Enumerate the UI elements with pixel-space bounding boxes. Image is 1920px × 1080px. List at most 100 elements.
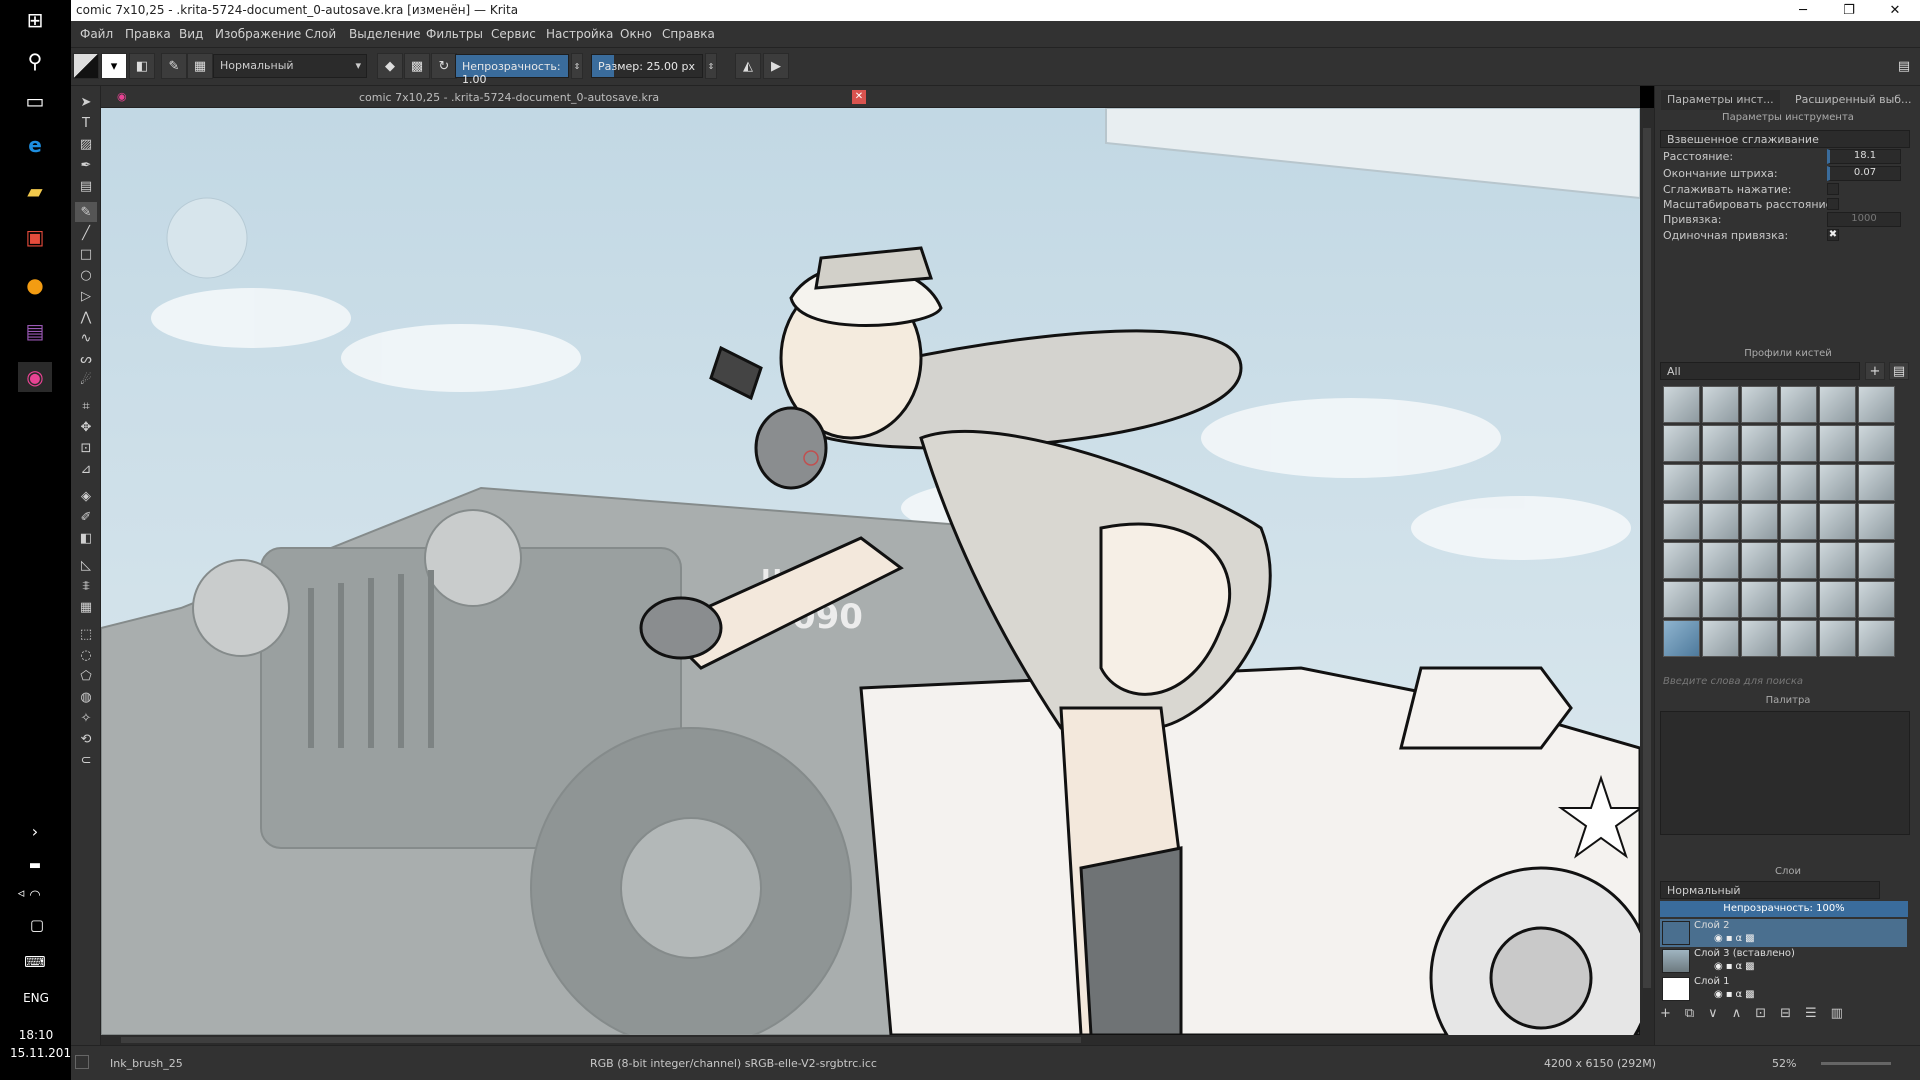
layer-actions-bar[interactable]: +⧉∨∧⊡⊟☰▥ [1660,1006,1910,1026]
brush-preset-thumbnail[interactable] [1663,503,1700,540]
brush-preset-thumbnail[interactable] [1702,464,1739,501]
brush-preset-thumbnail[interactable] [1702,620,1739,657]
smoothing-select[interactable]: Взвешенное сглаживание [1660,130,1910,148]
menu-help[interactable]: Справка [662,27,715,41]
menu-settings[interactable]: Настройка [546,27,613,41]
bezier-tool-icon[interactable]: ∿ [75,328,97,348]
menu-file[interactable]: Файл [80,27,113,41]
brush-preset-thumbnail[interactable] [1780,503,1817,540]
zoom-slider[interactable] [1821,1062,1891,1065]
color-swap-icon[interactable]: ◧ [129,53,155,79]
brush-preset-thumbnail[interactable] [1702,386,1739,423]
video-editor-icon[interactable]: ▤ [18,316,52,346]
brush-preset-thumbnail[interactable] [1780,542,1817,579]
brush-preset-thumbnail[interactable] [1663,620,1700,657]
menu-layer[interactable]: Слой [305,27,336,41]
brush-preset-thumbnail[interactable] [1702,542,1739,579]
gradient-edit-icon[interactable]: ▤ [75,176,97,196]
close-document-icon[interactable]: ✕ [852,90,866,104]
contiguous-select-icon[interactable]: ✧ [75,708,97,728]
clock-date[interactable]: 15.11.2015 [10,1046,79,1060]
brush-preset-thumbnail[interactable] [1858,542,1895,579]
brush-preset-thumbnail[interactable] [1741,425,1778,462]
clock-time[interactable]: 18:10 [10,1028,62,1042]
mirror-horizontal-icon[interactable]: ◭ [735,53,761,79]
layer-visibility-icon[interactable]: ◉▪α▩ [1714,989,1758,1000]
brush-preset-thumbnail[interactable] [1819,542,1856,579]
language-indicator[interactable]: ENG [10,991,62,1005]
windows-start-icon[interactable]: ⊞ [18,5,52,35]
brush-preset-thumbnail[interactable] [1858,620,1895,657]
move-tool-icon[interactable]: ✥ [75,417,97,437]
color-picker-icon[interactable]: ✐ [75,507,97,527]
brush-preset-thumbnail[interactable] [1819,386,1856,423]
brush-preset-thumbnail[interactable] [1741,464,1778,501]
maximize-icon[interactable]: ❐ [1826,0,1872,21]
opacity-spin-icon[interactable]: ⇕ [571,53,583,79]
brush-preset-thumbnail[interactable] [1663,386,1700,423]
menu-filters[interactable]: Фильтры [426,27,483,41]
fill-tool-icon[interactable]: ◈ [75,486,97,506]
brush-presets-icon[interactable]: ▦ [187,53,213,79]
measure-tool-icon[interactable]: ⊿ [75,459,97,479]
layer-row[interactable]: Слой 2 ◉▪α▩ [1660,919,1907,947]
scale-distance-checkbox[interactable] [1827,198,1839,210]
brush-preset-thumbnail[interactable] [1858,425,1895,462]
palette-area[interactable] [1660,711,1910,835]
minimize-icon[interactable]: ─ [1780,0,1826,21]
brush-preset-thumbnail[interactable] [1663,581,1700,618]
brush-view-icon[interactable]: ▤ [1889,362,1909,380]
notifications-icon[interactable]: ▢ [20,910,54,940]
add-tag-icon[interactable]: + [1865,362,1885,380]
polygon-select-icon[interactable]: ⬠ [75,666,97,686]
grid-tool-icon[interactable]: ▦ [75,597,97,617]
calligraphy-icon[interactable]: ✒ [75,155,97,175]
brush-preset-thumbnail[interactable] [1663,542,1700,579]
brush-preset-thumbnail[interactable] [1819,425,1856,462]
mirror-vertical-icon[interactable]: ▶ [763,53,789,79]
brush-preset-thumbnail[interactable] [1858,581,1895,618]
brush-preset-thumbnail[interactable] [1741,620,1778,657]
search-icon[interactable]: ⚲ [18,46,52,76]
brush-preset-thumbnail[interactable] [1663,464,1700,501]
brush-preset-thumbnail[interactable] [1702,581,1739,618]
menu-view[interactable]: Вид [179,27,203,41]
volume-icon[interactable]: ◃ [4,878,38,908]
dynamic-brush-icon[interactable]: ☄ [75,370,97,390]
brush-preset-thumbnail[interactable] [1819,620,1856,657]
ellipse-tool-icon[interactable]: ○ [75,265,97,285]
menu-window[interactable]: Окно [620,27,652,41]
tab-tool-options[interactable]: Параметры инст... [1661,90,1780,110]
brush-preset-thumbnail[interactable] [1780,620,1817,657]
layer-row[interactable]: Слой 1 ◉▪α▩ [1660,975,1907,1003]
brush-preset-thumbnail[interactable] [1741,503,1778,540]
rect-select-icon[interactable]: ⬚ [75,624,97,644]
freehand-path-icon[interactable]: ᔕ [75,349,97,369]
battery-icon[interactable]: ▬ [18,850,52,880]
menu-tools[interactable]: Сервис [491,27,536,41]
brush-preset-thumbnail[interactable] [1741,542,1778,579]
snap-input[interactable]: 1000 [1827,212,1901,227]
freehand-select-icon[interactable]: ◍ [75,687,97,707]
freehand-brush-icon[interactable]: ✎ [75,202,97,222]
pattern-edit-icon[interactable]: ▨ [75,134,97,154]
brush-preset-thumbnail[interactable] [1780,581,1817,618]
brush-preset-thumbnail[interactable] [1858,386,1895,423]
gradient-selector[interactable] [73,53,99,79]
preserve-alpha-icon[interactable]: ▩ [404,53,430,79]
menu-image[interactable]: Изображение [215,27,301,41]
menu-edit[interactable]: Правка [125,27,171,41]
brush-preset-thumbnail[interactable] [1858,464,1895,501]
keyboard-icon[interactable]: ⌨ [18,947,52,977]
rectangle-tool-icon[interactable]: □ [75,244,97,264]
transform-tool-icon[interactable]: ⊡ [75,438,97,458]
opacity-slider[interactable]: Непрозрачность: 1.00 [455,54,569,86]
layer-visibility-icon[interactable]: ◉▪α▩ [1714,933,1758,944]
brush-preset-thumbnail[interactable] [1819,581,1856,618]
tab-advanced-color[interactable]: Расширенный выб... [1789,90,1918,110]
document-tab-title[interactable]: comic 7x10,25 - .krita-5724-document_0-a… [359,91,659,104]
brush-preset-thumbnail[interactable] [1819,464,1856,501]
polyline-tool-icon[interactable]: ⋀ [75,307,97,327]
zoom-level[interactable]: 52% [1772,1057,1796,1070]
file-explorer-icon[interactable]: ▰ [18,176,52,206]
